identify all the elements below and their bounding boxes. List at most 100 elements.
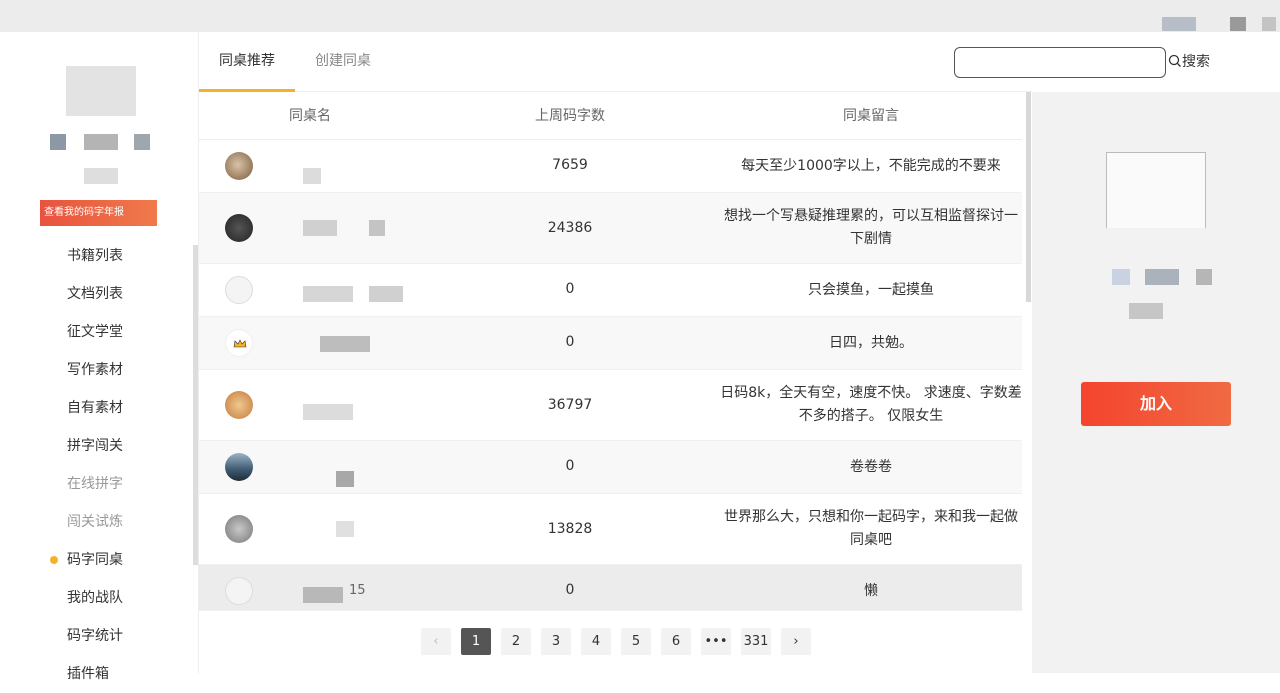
blurred-username — [134, 134, 150, 150]
blurred-name — [303, 168, 321, 184]
message: 每天至少1000字以上，不能完成的不要来 — [741, 158, 1001, 174]
words-count: 0 — [565, 334, 575, 350]
user-avatar[interactable] — [225, 391, 253, 419]
words-count: 24386 — [547, 220, 593, 236]
blurred-block — [1162, 17, 1196, 31]
table-row[interactable]: 13828 世界那么大，只想和你一起码字，来和我一起做同桌吧 — [199, 494, 1022, 565]
next-page-button[interactable]: › — [781, 628, 811, 655]
table-row[interactable]: 0 卷卷卷 — [199, 441, 1022, 494]
blurred-name — [336, 471, 354, 487]
sidebar-item-team[interactable]: 我的战队 — [0, 579, 195, 617]
words-count: 13828 — [547, 521, 593, 537]
main-content: 同桌推荐 创建同桌 同桌名 上周码字数 同桌留言 7659 每天至少1000字以… — [199, 32, 1032, 673]
annual-report-banner[interactable]: 查看我的码字年报 — [40, 200, 157, 226]
message: 想找一个写悬疑推理累的，可以互相监督探讨一下剧情 — [724, 208, 1018, 247]
sidebar-item-typing-challenge[interactable]: 拼字闯关 — [0, 427, 195, 465]
sidebar-item-trial[interactable]: 闯关试炼 — [0, 503, 195, 541]
table-header: 同桌名 上周码字数 同桌留言 — [199, 92, 1022, 140]
message: 懒 — [864, 583, 878, 599]
tab-create[interactable]: 创建同桌 — [315, 32, 371, 92]
tab-recommend[interactable]: 同桌推荐 — [199, 32, 295, 92]
table-row[interactable]: 0 日四，共勉。 — [199, 317, 1022, 370]
table-row[interactable]: 15 0 懒 — [199, 565, 1022, 611]
blurred-name — [369, 220, 385, 236]
blurred-name — [303, 220, 337, 236]
sidebar-item-contest-school[interactable]: 征文学堂 — [0, 313, 195, 351]
table-row[interactable]: 7659 每天至少1000字以上，不能完成的不要来 — [199, 140, 1022, 193]
user-avatar[interactable] — [225, 453, 253, 481]
blurred-name — [320, 336, 370, 352]
blurred-text — [1129, 303, 1163, 319]
blurred-name — [336, 521, 354, 537]
page-button[interactable]: 331 — [741, 628, 771, 655]
sidebar-item-documents[interactable]: 文档列表 — [0, 275, 195, 313]
user-avatar[interactable] — [225, 577, 253, 605]
message: 只会摸鱼，一起摸鱼 — [808, 282, 934, 298]
join-button[interactable]: 加入 — [1081, 382, 1231, 426]
message: 世界那么大，只想和你一起码字，来和我一起做同桌吧 — [724, 509, 1018, 548]
active-dot-icon — [50, 556, 58, 564]
browser-top-bar — [0, 0, 1280, 32]
blurred-text — [1145, 269, 1179, 285]
broken-image — [1106, 152, 1206, 228]
blurred-name — [369, 286, 403, 302]
sidebar-item-label: 码字同桌 — [67, 552, 123, 568]
blurred-block — [1262, 17, 1276, 31]
table-row[interactable]: 36797 日码8k，全天有空，速度不快。 求速度、字数差不多的搭子。 仅限女生 — [199, 370, 1022, 441]
sidebar-item-stats[interactable]: 码字统计 — [0, 617, 195, 655]
blurred-block — [1230, 17, 1246, 31]
header-name: 同桌名 — [289, 108, 331, 124]
message: 卷卷卷 — [850, 459, 892, 475]
page-button[interactable]: 2 — [501, 628, 531, 655]
page-button[interactable]: 3 — [541, 628, 571, 655]
search-button[interactable]: 搜索 — [1168, 51, 1210, 73]
pagination: ‹ 1 2 3 4 5 6 ••• 331 › — [421, 628, 811, 655]
name-suffix: 15 — [349, 583, 366, 598]
words-count: 0 — [565, 281, 575, 297]
table-scrollbar[interactable] — [1026, 92, 1031, 302]
search-button-label: 搜索 — [1182, 54, 1210, 70]
search-icon — [1168, 54, 1181, 67]
blurred-username — [84, 134, 118, 150]
user-avatar[interactable] — [225, 329, 253, 357]
sidebar-item-books[interactable]: 书籍列表 — [0, 237, 195, 275]
sidebar-item-plugins[interactable]: 插件箱 — [0, 655, 195, 693]
user-avatar[interactable] — [225, 214, 253, 242]
header-words: 上周码字数 — [535, 108, 605, 124]
table-row[interactable]: 0 只会摸鱼，一起摸鱼 — [199, 264, 1022, 317]
words-count: 0 — [565, 582, 575, 598]
user-avatar[interactable] — [225, 515, 253, 543]
page-button[interactable]: 4 — [581, 628, 611, 655]
page-button[interactable]: 6 — [661, 628, 691, 655]
search-input[interactable] — [954, 47, 1166, 78]
sidebar-nav: 书籍列表 文档列表 征文学堂 写作素材 自有素材 拼字闯关 在线拼字 闯关试炼 … — [0, 237, 195, 693]
message: 日码8k，全天有空，速度不快。 求速度、字数差不多的搭子。 仅限女生 — [720, 385, 1022, 424]
sidebar-scrollbar[interactable] — [193, 245, 198, 565]
blurred-username — [50, 134, 66, 150]
sidebar-item-own-material[interactable]: 自有素材 — [0, 389, 195, 427]
right-panel: 加入 — [1032, 92, 1280, 673]
words-count: 7659 — [552, 157, 588, 173]
sidebar-item-online-typing[interactable]: 在线拼字 — [0, 465, 195, 503]
message: 日四，共勉。 — [829, 335, 913, 351]
page-ellipsis[interactable]: ••• — [701, 628, 731, 655]
blurred-name — [303, 404, 353, 420]
words-count: 36797 — [547, 397, 593, 413]
blurred-name — [303, 587, 343, 603]
blurred-text — [1112, 269, 1130, 285]
prev-page-button[interactable]: ‹ — [421, 628, 451, 655]
table-row[interactable]: 24386 想找一个写悬疑推理累的，可以互相监督探讨一下剧情 — [199, 193, 1022, 264]
sidebar: 查看我的码字年报 书籍列表 文档列表 征文学堂 写作素材 自有素材 拼字闯关 在… — [0, 32, 199, 682]
words-count: 0 — [565, 458, 575, 474]
page-button[interactable]: 1 — [461, 628, 491, 655]
user-avatar[interactable] — [225, 276, 253, 304]
page-button[interactable]: 5 — [621, 628, 651, 655]
blurred-level — [84, 168, 118, 184]
header-message: 同桌留言 — [843, 108, 899, 124]
blurred-name — [303, 286, 353, 302]
sidebar-item-deskmate[interactable]: 码字同桌 — [0, 541, 195, 579]
user-avatar[interactable] — [225, 152, 253, 180]
avatar[interactable] — [66, 66, 136, 116]
sidebar-item-writing-material[interactable]: 写作素材 — [0, 351, 195, 389]
tab-bar: 同桌推荐 创建同桌 — [199, 32, 1032, 92]
